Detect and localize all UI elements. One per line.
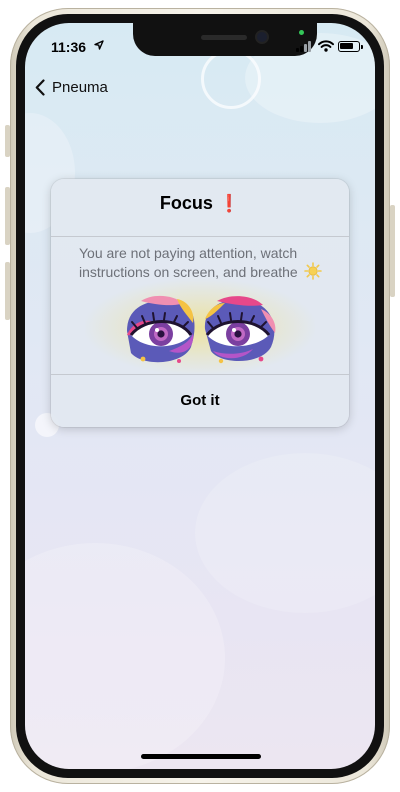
speaker-grille (201, 35, 247, 40)
back-button-label: Pneuma (52, 78, 108, 96)
privacy-indicator-dot (299, 30, 304, 35)
alert-message: You are not paying attention, watch inst… (79, 245, 339, 281)
sun-icon (303, 262, 322, 280)
background-blob (25, 543, 225, 769)
cellular-signal-icon (296, 41, 314, 52)
wifi-icon (318, 40, 334, 52)
chevron-left-icon (35, 78, 45, 96)
left-eye-graphic (127, 295, 195, 363)
eyes-illustration (127, 295, 276, 364)
exclamation-icon: ❗ (218, 194, 241, 213)
focus-alert-dialog: Focus ❗ You are not paying attention, wat… (51, 179, 349, 427)
screen: 11:36 Pneuma Focus ❗ You are not paying a… (25, 23, 375, 769)
location-arrow-icon (94, 40, 104, 50)
notch (133, 23, 317, 56)
got-it-button[interactable]: Got it (51, 374, 349, 427)
back-button[interactable]: Pneuma (35, 75, 108, 99)
front-camera (257, 32, 267, 42)
battery-icon (338, 41, 363, 52)
right-eye-graphic (204, 296, 276, 364)
alert-title-row: Focus ❗ (51, 193, 349, 214)
mute-switch (5, 125, 10, 157)
home-indicator[interactable] (141, 754, 261, 759)
volume-down-button (5, 262, 10, 320)
alert-divider (51, 236, 349, 237)
volume-up-button (5, 187, 10, 245)
status-time: 11:36 (51, 39, 87, 55)
background-blob (195, 453, 375, 613)
alert-message-text: You are not paying attention, watch inst… (79, 245, 298, 280)
alert-title: Focus (159, 193, 213, 213)
power-button (390, 205, 395, 297)
